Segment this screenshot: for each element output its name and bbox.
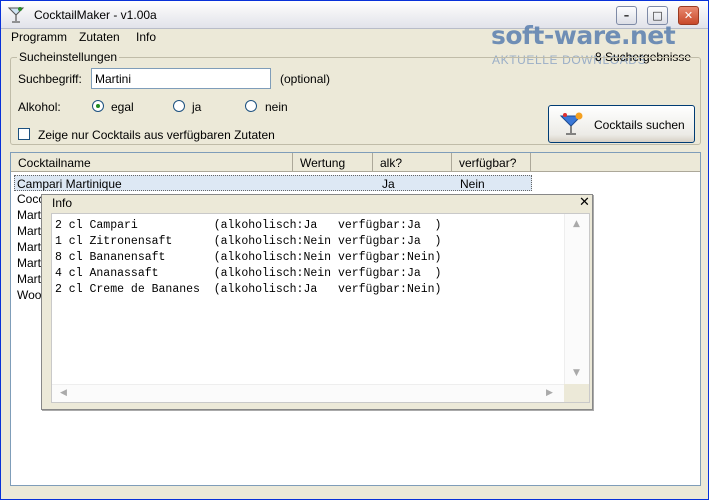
alcohol-radio-nein[interactable] <box>245 100 257 112</box>
only-available-label: Zeige nur Cocktails aus verfügbaren Zuta… <box>38 128 275 142</box>
window-title: CocktailMaker - v1.00a <box>34 8 157 22</box>
alcohol-option-egal: egal <box>111 100 134 114</box>
menu-info[interactable]: Info <box>136 30 156 44</box>
scroll-up-icon[interactable]: ▲ <box>573 219 580 229</box>
alcohol-option-ja: ja <box>192 100 202 114</box>
only-available-checkbox[interactable] <box>18 128 30 140</box>
info-popup: Info ✕ 2 cl Campari (alkoholisch:Ja verf… <box>41 194 593 410</box>
cell-name: Campari Martinique <box>17 177 122 191</box>
menu-programm[interactable]: Programm <box>11 30 67 44</box>
cocktail-glass-icon <box>7 7 25 23</box>
cell-name: Mart <box>17 240 41 254</box>
search-cocktails-button[interactable]: Cocktails suchen <box>548 105 695 143</box>
cell-name: Mart <box>17 208 41 222</box>
watermark-logo: soft-ware.net <box>491 21 676 50</box>
column-header-rating[interactable]: Wertung <box>293 153 373 172</box>
cell-available: Nein <box>460 177 485 191</box>
search-input[interactable] <box>91 68 271 89</box>
vertical-scrollbar[interactable]: ▲ ▼ <box>564 214 589 384</box>
search-settings-legend: Sucheinstellungen <box>17 50 120 64</box>
app-window: CocktailMaker - v1.00a – □ ✕ Programm Zu… <box>0 0 709 500</box>
cell-name: Woo <box>17 288 42 302</box>
ingredient-line: 2 cl Campari (alkoholisch:Ja verfügbar:J… <box>55 219 442 232</box>
column-header-filler <box>531 153 700 172</box>
ingredient-line: 2 cl Creme de Bananes (alkoholisch:Ja ve… <box>55 283 442 296</box>
column-header-alk[interactable]: alk? <box>373 153 452 172</box>
info-close-icon[interactable]: ✕ <box>577 195 592 210</box>
menu-zutaten[interactable]: Zutaten <box>79 30 120 44</box>
cell-name: Mart <box>17 224 41 238</box>
cocktail-glass-icon <box>559 112 583 135</box>
alcohol-radio-egal[interactable] <box>92 100 104 112</box>
column-header-available[interactable]: verfügbar? <box>452 153 531 172</box>
table-row[interactable]: Campari Martinique Ja Nein <box>14 175 532 191</box>
ingredients-textarea[interactable]: 2 cl Campari (alkoholisch:Ja verfügbar:J… <box>51 213 590 403</box>
cell-name: Mart <box>17 256 41 270</box>
alcohol-label: Alkohol: <box>18 100 61 114</box>
alcohol-option-nein: nein <box>265 100 288 114</box>
column-header-name[interactable]: Cocktailname <box>11 153 293 172</box>
scroll-down-icon[interactable]: ▼ <box>573 368 580 378</box>
optional-hint: (optional) <box>280 72 331 86</box>
cell-alk: Ja <box>382 177 395 191</box>
search-button-label: Cocktails suchen <box>594 118 685 132</box>
ingredient-line: 1 cl Zitronensaft (alkoholisch:Nein verf… <box>55 235 442 248</box>
search-term-label: Suchbegriff: <box>18 72 82 86</box>
info-popup-title: Info <box>52 196 73 210</box>
horizontal-scrollbar[interactable]: ◀ ▶ <box>52 384 564 402</box>
scroll-right-icon[interactable]: ▶ <box>546 388 553 398</box>
scroll-left-icon[interactable]: ◀ <box>60 388 67 398</box>
ingredient-line: 4 cl Ananassaft (alkoholisch:Nein verfüg… <box>55 267 442 280</box>
scrollbar-corner <box>564 384 589 402</box>
alcohol-radio-ja[interactable] <box>173 100 185 112</box>
ingredient-line: 8 cl Bananensaft (alkoholisch:Nein verfü… <box>55 251 442 264</box>
cell-name: Mart <box>17 272 41 286</box>
